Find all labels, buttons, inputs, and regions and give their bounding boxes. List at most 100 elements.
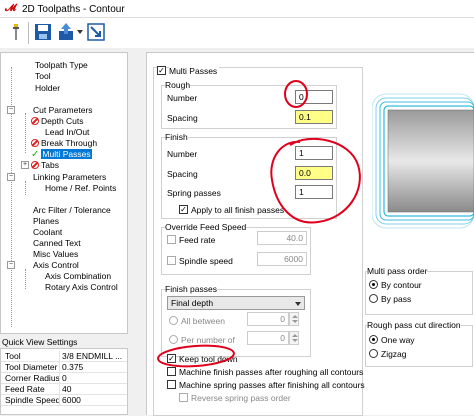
tree-item-break-through[interactable]: Break Through	[31, 138, 97, 148]
all-between-radio[interactable]	[169, 316, 178, 325]
tree-item-rotary-axis-control[interactable]: Rotary Axis Control	[45, 282, 118, 292]
keep-tool-down-checkbox[interactable]: ✓	[167, 354, 176, 363]
spring-passes-label: Spring passes	[167, 188, 221, 198]
one-way-label: One way	[381, 335, 415, 345]
finish-number-input[interactable]: 1	[295, 146, 333, 160]
parameter-tree: Toolpath Type Tool Holder − Cut Paramete…	[0, 52, 128, 334]
pass-order-group	[365, 271, 473, 315]
spindle-speed-input[interactable]: 6000	[257, 252, 307, 266]
tree-item-toolpath-type[interactable]: Toolpath Type	[35, 60, 88, 70]
save-icon[interactable]	[33, 22, 53, 42]
finish-number-label: Number	[167, 149, 198, 159]
tree-item-axis-control[interactable]: Axis Control	[33, 260, 79, 270]
finish-spacing-input[interactable]: 0.0	[295, 166, 333, 180]
tree-item-holder[interactable]: Holder	[35, 83, 60, 93]
spindle-speed-checkbox[interactable]	[167, 256, 176, 265]
export-icon[interactable]	[56, 22, 76, 42]
by-pass-label: By pass	[381, 294, 412, 304]
pass-order-title: Multi pass order	[367, 266, 428, 276]
toolbar	[0, 18, 474, 48]
cut-direction-title: Rough pass cut direction	[367, 320, 461, 330]
feed-rate-label: Feed rate	[179, 235, 216, 245]
tree-item-coolant[interactable]: Coolant	[33, 227, 62, 237]
tree-item-linking-parameters[interactable]: Linking Parameters	[33, 172, 106, 182]
tree-guide-line	[25, 181, 26, 195]
machine-finish-checkbox[interactable]	[167, 367, 176, 376]
tree-item-cut-parameters[interactable]: Cut Parameters	[33, 105, 93, 115]
spindle-speed-label: Spindle speed	[179, 256, 233, 266]
multi-pass-preview-image	[372, 93, 474, 229]
finish-passes-title: Finish passes	[165, 284, 217, 294]
tree-item-canned-text[interactable]: Canned Text	[33, 238, 81, 248]
rough-title: Rough	[165, 80, 191, 90]
tree-item-depth-cuts[interactable]: Depth Cuts	[31, 116, 84, 126]
feed-rate-input[interactable]: 40.0	[257, 231, 307, 245]
one-way-radio[interactable]	[369, 335, 378, 344]
finish-title: Finish	[165, 132, 188, 142]
zigzag-label: Zigzag	[381, 349, 407, 359]
machine-spring-checkbox[interactable]	[167, 380, 176, 389]
arrow-icon[interactable]	[86, 22, 106, 42]
by-contour-radio[interactable]	[369, 280, 378, 289]
wrench-icon[interactable]	[6, 22, 26, 42]
tree-item-misc-values[interactable]: Misc Values	[33, 249, 78, 259]
disabled-icon	[31, 161, 39, 169]
apply-all-finish-label: Apply to all finish passes	[191, 205, 285, 215]
chevron-down-icon	[295, 302, 301, 306]
finish-spacing-label: Spacing	[167, 169, 198, 179]
rough-number-label: Number	[167, 93, 198, 103]
tree-item-planes[interactable]: Planes	[33, 216, 59, 226]
finish-passes-select[interactable]: Final depth	[167, 296, 305, 310]
tree-item-multi-passes[interactable]: ✓ Multi Passes	[31, 149, 92, 160]
quick-view-title: Quick View Settings	[2, 337, 78, 347]
tree-item-home-ref-points[interactable]: Home / Ref. Points	[45, 183, 116, 193]
all-between-spinner[interactable]	[289, 312, 299, 326]
app-logo-icon: 𝓜	[5, 3, 17, 14]
by-pass-radio[interactable]	[369, 294, 378, 303]
tree-item-axis-combination[interactable]: Axis Combination	[45, 271, 111, 281]
table-row: Tool 3/8 ENDMILL ...	[1, 351, 127, 362]
apply-all-finish-checkbox[interactable]: ✓	[179, 205, 188, 214]
multi-passes-checkbox[interactable]: ✓	[157, 66, 166, 75]
table-row: Corner Radius 0	[1, 373, 127, 384]
rough-spacing-input[interactable]: 0.1	[295, 110, 333, 124]
reverse-spring-checkbox[interactable]	[179, 393, 188, 402]
per-number-label: Per number of	[181, 335, 235, 345]
disabled-icon	[31, 139, 39, 147]
machine-finish-label: Machine finish passes after roughing all…	[179, 367, 364, 377]
tree-item-lead-in-out[interactable]: Lead In/Out	[45, 127, 89, 137]
reverse-spring-label: Reverse spring pass order	[191, 393, 291, 403]
feed-rate-checkbox[interactable]	[167, 235, 176, 244]
tree-expander[interactable]: −	[7, 261, 15, 269]
per-number-spinner[interactable]	[289, 331, 299, 345]
tree-guide-line	[25, 113, 26, 153]
multi-passes-label: Multi Passes	[169, 66, 220, 76]
cut-direction-group	[365, 325, 473, 367]
tree-expander[interactable]: +	[21, 161, 29, 169]
checkmark-icon: ✓	[31, 149, 40, 160]
spring-passes-input[interactable]: 1	[295, 185, 333, 199]
title-bar: 𝓜 2D Toolpaths - Contour	[0, 0, 474, 18]
per-number-input[interactable]: 0	[247, 331, 289, 345]
table-row: Tool Diameter 0.375	[1, 362, 127, 373]
disabled-icon	[31, 117, 39, 125]
chevron-down-icon[interactable]	[77, 28, 83, 36]
tree-item-arc-filter[interactable]: Arc Filter / Tolerance	[33, 205, 111, 215]
tree-item-tabs[interactable]: Tabs	[31, 160, 59, 170]
tree-expander[interactable]: −	[7, 173, 15, 181]
all-between-input[interactable]: 0	[247, 312, 289, 326]
tree-item-tool[interactable]: Tool	[35, 71, 51, 81]
zigzag-radio[interactable]	[369, 349, 378, 358]
machine-spring-label: Machine spring passes after finishing al…	[179, 380, 365, 390]
tree-expander[interactable]: −	[7, 106, 15, 114]
window-title: 2D Toolpaths - Contour	[22, 4, 125, 15]
table-row: Spindle Speed 6000	[1, 395, 127, 406]
quick-view-table: Tool 3/8 ENDMILL ... Tool Diameter 0.375 C…	[0, 348, 128, 415]
rough-spacing-label: Spacing	[167, 113, 198, 123]
keep-tool-down-label: Keep tool down	[179, 354, 238, 364]
table-row: Feed Rate 40	[1, 384, 127, 395]
per-number-radio[interactable]	[169, 335, 178, 344]
tree-guide-line	[25, 269, 26, 289]
rough-number-input[interactable]: 0	[295, 90, 333, 104]
toolbar-separator	[28, 22, 29, 44]
